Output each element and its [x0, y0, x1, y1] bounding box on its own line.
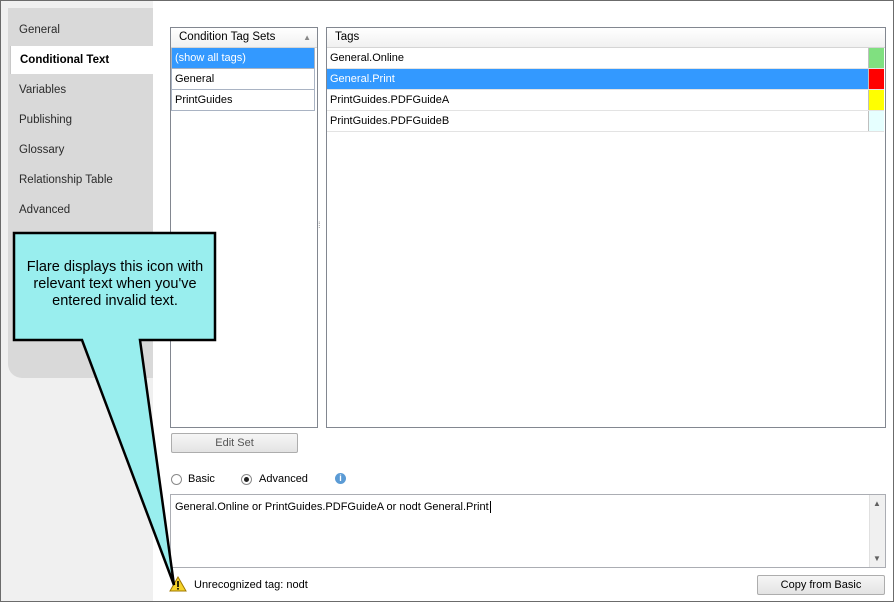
condition-tag-sets-header[interactable]: Condition Tag Sets ▲ [171, 28, 317, 48]
tag-color-swatch[interactable] [868, 48, 884, 68]
text-caret [489, 501, 491, 514]
tab-conditional-text[interactable]: Conditional Text [10, 46, 153, 74]
panel-splitter-handle[interactable]: ⁞ [318, 220, 324, 232]
tag-row-printguides-pdfguidea[interactable]: PrintGuides.PDFGuideA [327, 90, 884, 111]
expression-scrollbar[interactable]: ▲ ▼ [869, 495, 885, 567]
condition-tag-sets-header-label: Condition Tag Sets [179, 31, 276, 43]
tags-header[interactable]: Tags [327, 28, 885, 48]
scroll-down-icon[interactable]: ▼ [873, 554, 881, 563]
tab-relationship-table[interactable]: Relationship Table [10, 166, 153, 194]
scroll-up-icon[interactable]: ▲ [873, 499, 881, 508]
sort-ascending-icon: ▲ [303, 33, 311, 42]
tags-list[interactable]: Tags General.Online General.Print PrintG… [326, 27, 886, 428]
info-icon[interactable]: i [335, 473, 346, 484]
tag-name: General.Online [330, 52, 404, 64]
tag-set-row-show-all[interactable]: (show all tags) [171, 48, 315, 69]
tag-set-row-printguides[interactable]: PrintGuides [171, 90, 315, 111]
tags-header-label: Tags [335, 31, 360, 43]
basic-radio[interactable] [171, 474, 182, 485]
warning-icon [169, 576, 187, 592]
tag-row-printguides-pdfguideb[interactable]: PrintGuides.PDFGuideB [327, 111, 884, 132]
validation-message: Unrecognized tag: nodt [194, 579, 308, 591]
tab-variables[interactable]: Variables [10, 76, 153, 104]
tag-row-general-online[interactable]: General.Online [327, 48, 884, 69]
tag-color-swatch[interactable] [868, 111, 884, 131]
tag-row-general-print[interactable]: General.Print [327, 69, 884, 90]
copy-from-basic-button[interactable]: Copy from Basic [757, 575, 885, 595]
tag-color-swatch[interactable] [868, 90, 884, 110]
advanced-radio[interactable] [241, 474, 252, 485]
condition-tag-sets-list[interactable]: Condition Tag Sets ▲ (show all tags) Gen… [170, 27, 318, 428]
tab-glossary[interactable]: Glossary [10, 136, 153, 164]
condition-expression-editor[interactable]: General.Online or PrintGuides.PDFGuideA … [170, 494, 886, 568]
expression-text: General.Online or PrintGuides.PDFGuideA … [175, 501, 489, 513]
tag-name: PrintGuides.PDFGuideB [330, 115, 450, 127]
callout-text: Flare displays this icon with relevant t… [26, 259, 204, 309]
edit-set-button[interactable]: Edit Set [171, 433, 298, 453]
tab-advanced[interactable]: Advanced [10, 196, 153, 224]
tag-color-swatch[interactable] [868, 69, 884, 89]
tag-name: PrintGuides.PDFGuideA [330, 94, 450, 106]
advanced-radio-label[interactable]: Advanced [259, 473, 308, 485]
tab-general[interactable]: General [10, 16, 153, 44]
basic-radio-label[interactable]: Basic [188, 473, 215, 485]
tag-set-row-general[interactable]: General [171, 69, 315, 90]
tab-publishing[interactable]: Publishing [10, 106, 153, 134]
tag-name: General.Print [330, 73, 395, 85]
